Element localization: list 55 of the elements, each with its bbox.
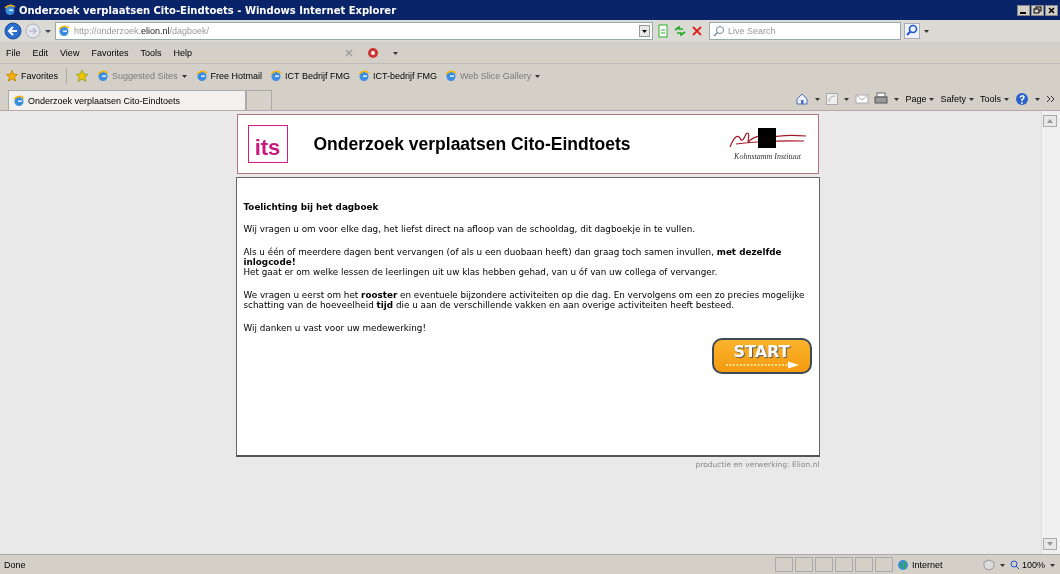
security-zone: Internet bbox=[896, 558, 979, 571]
command-menu[interactable]: Safety bbox=[940, 93, 975, 105]
browser-page-icon bbox=[58, 25, 70, 37]
its-logo: its bbox=[247, 125, 288, 163]
paragraph-text: Wij danken u vast voor uw medewerking! bbox=[243, 323, 427, 333]
status-text: Done bbox=[4, 559, 27, 570]
paragraph-text: Als u één of meerdere dagen bent vervangen (of als u een duobaan heeft) dan graag toch samen invullen, met dezelfde inlogcode! bbox=[243, 247, 783, 267]
home-icon[interactable] bbox=[795, 92, 810, 106]
menu-item[interactable]: Edit bbox=[32, 48, 49, 58]
menu-item[interactable]: Favorites bbox=[91, 48, 129, 58]
browser-page-icon bbox=[13, 94, 25, 107]
menu-item[interactable]: View bbox=[60, 48, 80, 58]
favorites-item[interactable]: Free Hotmail bbox=[195, 70, 263, 82]
help-icon[interactable] bbox=[1015, 92, 1029, 106]
browser-page-icon bbox=[444, 70, 457, 82]
menu-item[interactable]: File bbox=[6, 48, 21, 58]
star-icon bbox=[6, 70, 18, 82]
dotted-arrow-icon bbox=[723, 360, 800, 369]
search-icon[interactable] bbox=[904, 23, 920, 39]
favorites-item[interactable]: Favorites bbox=[6, 70, 58, 82]
favorites-item[interactable]: ICT-bedrijf FMG bbox=[357, 70, 437, 82]
search-icon bbox=[713, 25, 725, 37]
url-text: http://onderzoek.elion.nl/dagboek/ bbox=[74, 26, 211, 36]
browser-page-icon bbox=[270, 70, 283, 82]
printer-icon[interactable] bbox=[874, 92, 889, 106]
paragraph-text: We vragen u eerst om het rooster en eventuele bijzondere activiteiten op die dag. En vervolgens om een zo precies mogelijke schatting van de hoeveelheid tijd die u aan de verschillende vakken en aan overige activiteiten heeft besteed. bbox=[243, 290, 806, 310]
globe-icon bbox=[896, 558, 909, 571]
zoom-level[interactable]: 100% bbox=[1009, 559, 1045, 570]
dropdown-icon[interactable] bbox=[639, 25, 650, 37]
paragraph-text: Het gaat er om welke lessen de leerlingen uit uw klas hebben gehad, van u óf van uw collega of vervanger. bbox=[243, 267, 719, 277]
more-icon[interactable] bbox=[1046, 94, 1056, 104]
minimize-icon[interactable] bbox=[1017, 4, 1030, 16]
restore-icon[interactable] bbox=[1031, 4, 1044, 16]
command-menu[interactable]: Page bbox=[905, 93, 936, 105]
stop-icon[interactable] bbox=[690, 24, 704, 38]
page-title: Onderzoek verplaatsen Cito-Eindtoets bbox=[313, 133, 632, 155]
command-menu[interactable]: Tools bbox=[980, 93, 1010, 105]
menu-item[interactable]: Tools bbox=[140, 48, 162, 58]
address-field[interactable]: http://onderzoek.elion.nl/dagboek/ bbox=[55, 22, 653, 40]
paragraph-text: Wij vragen u om voor elke dag, het liefst direct na afloop van de schooldag, dit dagboekje in te vullen. bbox=[243, 224, 696, 234]
zoom-icon bbox=[1009, 559, 1020, 570]
menu-item[interactable]: Help bbox=[173, 48, 192, 58]
browser-page-icon bbox=[195, 70, 208, 82]
close-icon[interactable] bbox=[1045, 4, 1058, 16]
institute-name: Kohnstamm Instituut bbox=[734, 151, 801, 161]
add-on-icon[interactable] bbox=[365, 46, 380, 60]
browser-page-icon bbox=[4, 4, 16, 16]
back-icon[interactable] bbox=[4, 22, 22, 40]
browser-page-icon bbox=[97, 70, 109, 82]
section-heading: Toelichting bij het dagboek bbox=[243, 202, 380, 212]
window-title: Onderzoek verplaatsen Cito-Eindtoets - Windows Internet Explorer bbox=[19, 4, 398, 16]
search-field[interactable]: Live Search bbox=[709, 22, 901, 40]
favorites-item[interactable]: ICT Bedrijf FMG bbox=[270, 70, 350, 82]
browser-page-icon bbox=[357, 70, 370, 82]
browser-tab[interactable]: Onderzoek verplaatsen Cito-Eindtoets bbox=[8, 90, 246, 110]
